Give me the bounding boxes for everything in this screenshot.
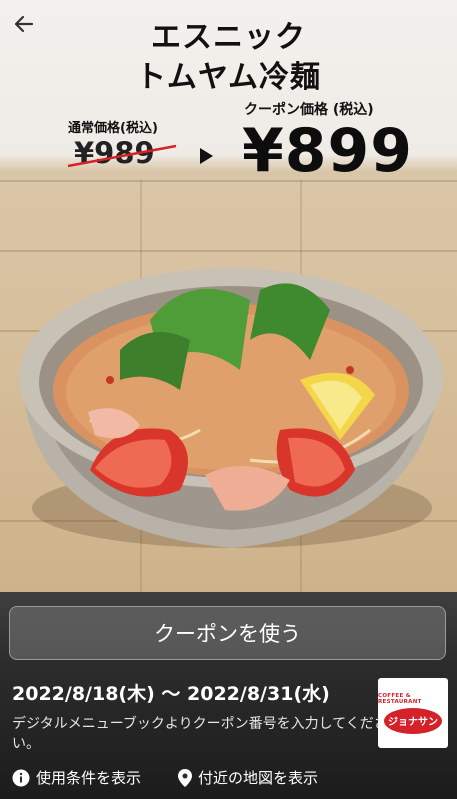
terms-link-label: 使用条件を表示 — [36, 769, 142, 787]
map-link-label: 付近の地図を表示 — [198, 769, 319, 787]
map-pin-icon — [178, 768, 192, 787]
coupon-panel: クーポンを使う 2022/8/18(木) 〜 2022/8/31(水) デジタル… — [0, 592, 457, 799]
logo-brand: ジョナサン — [388, 717, 438, 728]
logo-badge: ジョナサン — [384, 707, 442, 734]
map-link[interactable]: 付近の地図を表示 — [178, 767, 318, 788]
hero-image: エスニック トムヤム冷麺 通常価格(税込) ¥989 クーポン価格 (税込) ¥… — [0, 0, 457, 592]
noodle-bowl-image — [19, 268, 443, 548]
terms-link[interactable]: 使用条件を表示 — [12, 767, 141, 788]
product-title-line2: トムヤム冷麺 — [135, 60, 322, 95]
product-title-line1: エスニック — [151, 20, 306, 55]
use-coupon-button[interactable]: クーポンを使う — [9, 606, 446, 660]
strikethrough-line — [67, 144, 177, 168]
price-arrow-icon — [200, 148, 213, 164]
coupon-instructions: デジタルメニューブックよりクーポン番号を入力してください。 — [12, 716, 388, 752]
logo-tagline: COFFEE & RESTAURANT — [378, 692, 422, 705]
validity-period: 2022/8/18(木) 〜 2022/8/31(水) — [12, 683, 330, 705]
regular-price-label: 通常価格(税込) — [68, 121, 158, 136]
coupon-price: ¥899 — [242, 116, 413, 186]
jonathan-logo: COFFEE & RESTAURANT ジョナサン — [378, 678, 448, 748]
info-icon — [12, 769, 30, 787]
